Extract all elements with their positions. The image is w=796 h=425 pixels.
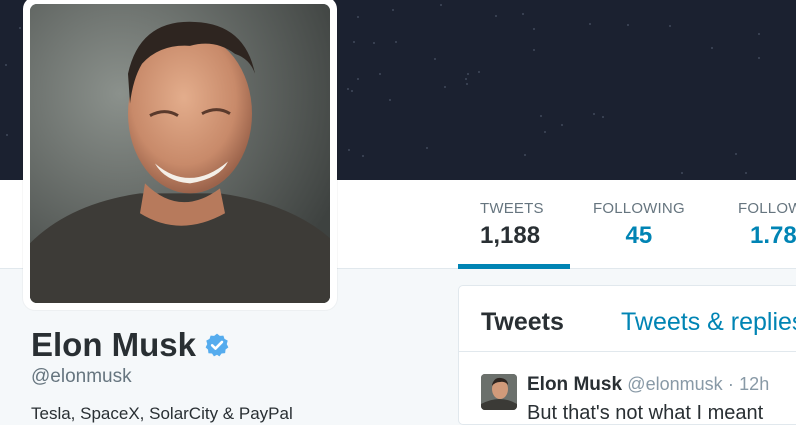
timeline-card: Tweets Tweets & replies Elon Musk @elonm… <box>458 285 796 425</box>
banner-star <box>524 154 526 156</box>
banner-star <box>373 42 375 44</box>
stat-following-value: 45 <box>625 222 653 249</box>
banner-star <box>444 86 446 88</box>
profile-bio: Tesla, SpaceX, SolarCity & PayPal <box>31 404 293 423</box>
banner-star <box>758 33 760 35</box>
stat-followers[interactable]: FOLLOWERS 1.78M <box>738 200 796 250</box>
banner-star <box>561 124 563 126</box>
banner-star <box>522 13 524 15</box>
tweet-author-name[interactable]: Elon Musk <box>527 374 622 395</box>
tweet-timestamp[interactable]: 12h <box>739 374 769 394</box>
banner-star <box>357 16 359 18</box>
banner-star <box>735 153 737 155</box>
banner-star <box>347 88 349 90</box>
tab-tweets-and-replies[interactable]: Tweets & replies <box>621 308 796 337</box>
tweet-avatar[interactable] <box>481 374 517 410</box>
stat-followers-value: 1.78M <box>750 222 796 249</box>
tweet-item[interactable]: Elon Musk @elonmusk · 12h But that's not… <box>459 352 796 424</box>
tweet-header: Elon Musk @elonmusk · 12h <box>527 374 769 396</box>
banner-star <box>669 25 671 27</box>
profile-name: Elon Musk <box>31 326 230 364</box>
tweet-text: But that's not what I meant <box>527 402 764 424</box>
stat-tweets[interactable]: TWEETS 1,188 <box>480 200 544 250</box>
stat-tweets-value: 1,188 <box>480 222 541 249</box>
banner-star <box>467 73 469 75</box>
banner-star <box>533 49 535 51</box>
banner-star <box>533 28 535 30</box>
banner-star <box>593 113 595 115</box>
banner-star <box>745 172 747 174</box>
banner-star <box>495 15 497 17</box>
banner-star <box>392 9 394 11</box>
banner-star <box>589 23 591 25</box>
banner-star <box>5 64 7 66</box>
avatar-photo <box>30 4 330 303</box>
profile-name-text: Elon Musk <box>31 326 197 363</box>
banner-star <box>434 58 436 60</box>
banner-star <box>395 41 397 43</box>
profile-avatar[interactable] <box>23 0 337 310</box>
active-stat-indicator <box>458 264 570 269</box>
banner-star <box>6 134 8 136</box>
banner-star <box>602 116 604 118</box>
banner-star <box>440 4 442 6</box>
banner-star <box>758 57 760 59</box>
banner-star <box>465 78 467 80</box>
banner-star <box>711 47 713 49</box>
timeline-tabs: Tweets Tweets & replies <box>459 286 796 352</box>
banner-star <box>379 73 381 75</box>
tab-tweets[interactable]: Tweets <box>481 308 564 337</box>
banner-star <box>681 172 683 174</box>
profile-handle[interactable]: @elonmusk <box>31 366 132 388</box>
banner-star <box>544 131 546 133</box>
tweet-separator: · <box>727 374 734 394</box>
banner-star <box>466 83 468 85</box>
verified-badge-icon <box>205 333 229 357</box>
banner-star <box>348 149 350 151</box>
stat-following[interactable]: FOLLOWING 45 <box>593 200 685 250</box>
banner-star <box>362 155 364 157</box>
stat-followers-label: FOLLOWERS <box>738 200 796 217</box>
banner-star <box>426 147 428 149</box>
banner-star <box>478 71 480 73</box>
banner-star <box>540 115 542 117</box>
banner-star <box>357 78 359 80</box>
banner-star <box>353 41 355 43</box>
banner-star <box>351 90 353 92</box>
banner-star <box>627 24 629 26</box>
banner-star <box>19 27 21 29</box>
stat-following-label: FOLLOWING <box>593 200 685 217</box>
stat-tweets-label: TWEETS <box>480 200 544 217</box>
tweet-author-handle[interactable]: @elonmusk <box>627 374 722 394</box>
banner-star <box>389 99 391 101</box>
